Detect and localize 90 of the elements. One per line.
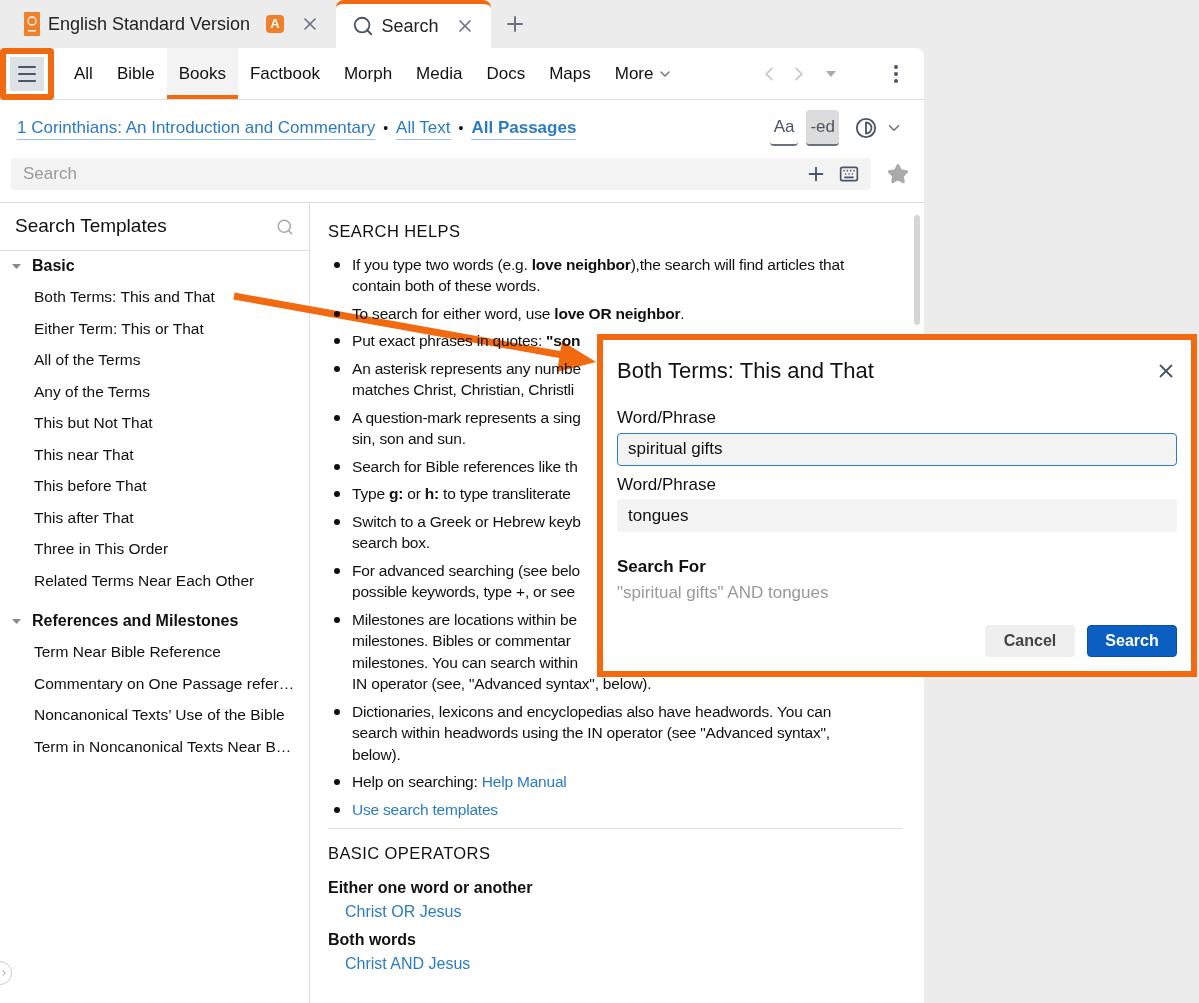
view-toggle[interactable]: -ed — [806, 110, 839, 146]
collapse-icon — [12, 616, 21, 626]
nav-tab[interactable]: Docs — [474, 48, 538, 99]
help-text: Milestones are locations within be milestones. Bibles or commentar milestones. You can search within IN operator (see, "Advanced syntax", below). — [352, 609, 652, 695]
contrast-icon[interactable] — [855, 117, 877, 139]
bullet — [334, 779, 340, 786]
tab-badge: A — [266, 15, 284, 33]
help-link[interactable]: Use search templates — [352, 800, 498, 818]
phrase-input[interactable]: spiritual gifts — [617, 432, 1177, 466]
template-item[interactable]: Term in Noncanonical Texts Near B… — [0, 730, 309, 762]
nav-tab[interactable]: Morph — [331, 48, 405, 99]
template-item[interactable]: This but Not That — [0, 407, 309, 439]
template-item[interactable]: Either Term: This or That — [0, 312, 309, 344]
template-item[interactable]: All of the Terms — [0, 344, 309, 376]
section-heading: SEARCH HELPS — [328, 221, 462, 242]
template-item[interactable]: Term Near Bible Reference — [0, 636, 309, 668]
nav-tab[interactable]: Media — [404, 48, 475, 99]
bullet — [334, 708, 340, 715]
template-item[interactable]: Three in This Order — [0, 533, 309, 565]
help-link[interactable]: Help Manual — [481, 773, 567, 791]
example-link[interactable]: Christ OR Jesus — [328, 902, 902, 922]
collapse-icon — [12, 261, 21, 271]
template-item[interactable]: Both Terms: This and That — [0, 281, 309, 313]
bullet — [334, 338, 340, 345]
field-label: Word/Phrase — [617, 473, 717, 496]
menu-button[interactable] — [0, 47, 54, 100]
nav-tab[interactable]: Factbook — [237, 48, 332, 99]
bullet — [334, 567, 340, 574]
dialog-title: Both Terms: This and That — [617, 357, 874, 385]
bullet — [334, 463, 340, 470]
bullet — [334, 518, 340, 525]
template-item[interactable]: Related Terms Near Each Other — [0, 564, 309, 596]
help-text: Help on searching: Help Manual — [352, 772, 567, 793]
section-heading: BASIC OPERATORS — [328, 843, 492, 865]
document-tab[interactable]: Search — [335, 0, 491, 48]
nav-tab[interactable]: Books — [166, 48, 238, 99]
operator-label: Both words — [328, 930, 417, 950]
phrase-input[interactable]: tongues — [617, 499, 1177, 532]
view-toggle[interactable]: Aa — [769, 110, 799, 146]
bullet — [334, 491, 340, 498]
example-link[interactable]: Christ AND Jesus — [328, 954, 902, 974]
keyboard-icon[interactable] — [839, 164, 859, 184]
help-text: For advanced searching (see belo possible keywords, type +, or see — [352, 560, 580, 603]
book-icon — [24, 12, 40, 36]
field-label: Word/Phrase — [617, 407, 717, 429]
scope-link[interactable]: 1 Corinthians: An Introduction and Commentary — [17, 116, 376, 140]
help-text: Dictionaries, lexicons and encyclopedias also have headwords. You can search within headwords using the IN operator (see "Advanced syntax", below). — [352, 701, 832, 765]
help-text: Search for Bible references like th — [352, 456, 578, 477]
star-icon[interactable] — [887, 163, 909, 185]
search-field[interactable]: Search — [11, 158, 871, 190]
nav-tab[interactable]: Bible — [104, 48, 167, 99]
help-text: Switch to a Greek or Hebrew keyb search box. — [352, 511, 581, 554]
scope-link[interactable]: All Passages — [471, 116, 577, 140]
template-item[interactable]: This before That — [0, 470, 309, 502]
tab-label: Search — [381, 14, 439, 38]
tab-label: English Standard Version — [48, 12, 251, 36]
group-header[interactable]: Basic — [0, 251, 309, 281]
help-text: A question-mark represents a sing sin, son and sun. — [352, 407, 581, 450]
scrollbar[interactable] — [914, 215, 920, 325]
nav-tab[interactable]: All — [62, 48, 105, 99]
bullet — [334, 310, 340, 317]
group-header[interactable]: References and Milestones — [0, 606, 309, 636]
bullet — [334, 616, 340, 623]
nav-tab[interactable]: Maps — [537, 48, 603, 99]
template-item[interactable]: Commentary on One Passage refer… — [0, 667, 309, 699]
help-text: An asterisk represents any numbe matches Christ, Christian, Christli — [352, 358, 581, 401]
panel-title: Search Templates — [15, 214, 167, 239]
dropdown-icon[interactable] — [826, 70, 836, 77]
template-item[interactable]: This after That — [0, 501, 309, 533]
template-item[interactable]: Noncanonical Texts’ Use of the Bible — [0, 699, 309, 731]
bullet — [334, 261, 340, 268]
separator: • — [458, 118, 464, 138]
search-button[interactable]: Search — [1087, 625, 1177, 657]
nav-tab[interactable]: More — [602, 48, 686, 99]
search-icon — [351, 15, 374, 37]
scope-link[interactable]: All Text — [396, 116, 451, 140]
bullet — [334, 414, 340, 421]
operator-label: Either one word or another — [328, 878, 534, 898]
result-label: Search For — [617, 556, 707, 578]
bullet — [334, 365, 340, 372]
help-text: Type g: or h: to type transliterate — [352, 484, 571, 505]
bullet — [334, 806, 340, 813]
template-item[interactable]: Any of the Terms — [0, 375, 309, 407]
query-preview: "spiritual gifts" AND tongues — [617, 581, 830, 604]
cancel-button[interactable]: Cancel — [985, 625, 1075, 657]
chevron-icon — [0, 968, 9, 978]
template-item[interactable]: This near That — [0, 438, 309, 470]
search-icon[interactable] — [276, 217, 294, 236]
help-text: If you type two words (e.g. love neighbor),the search will find articles that contain both of these words. — [352, 254, 844, 297]
separator: • — [383, 118, 389, 138]
